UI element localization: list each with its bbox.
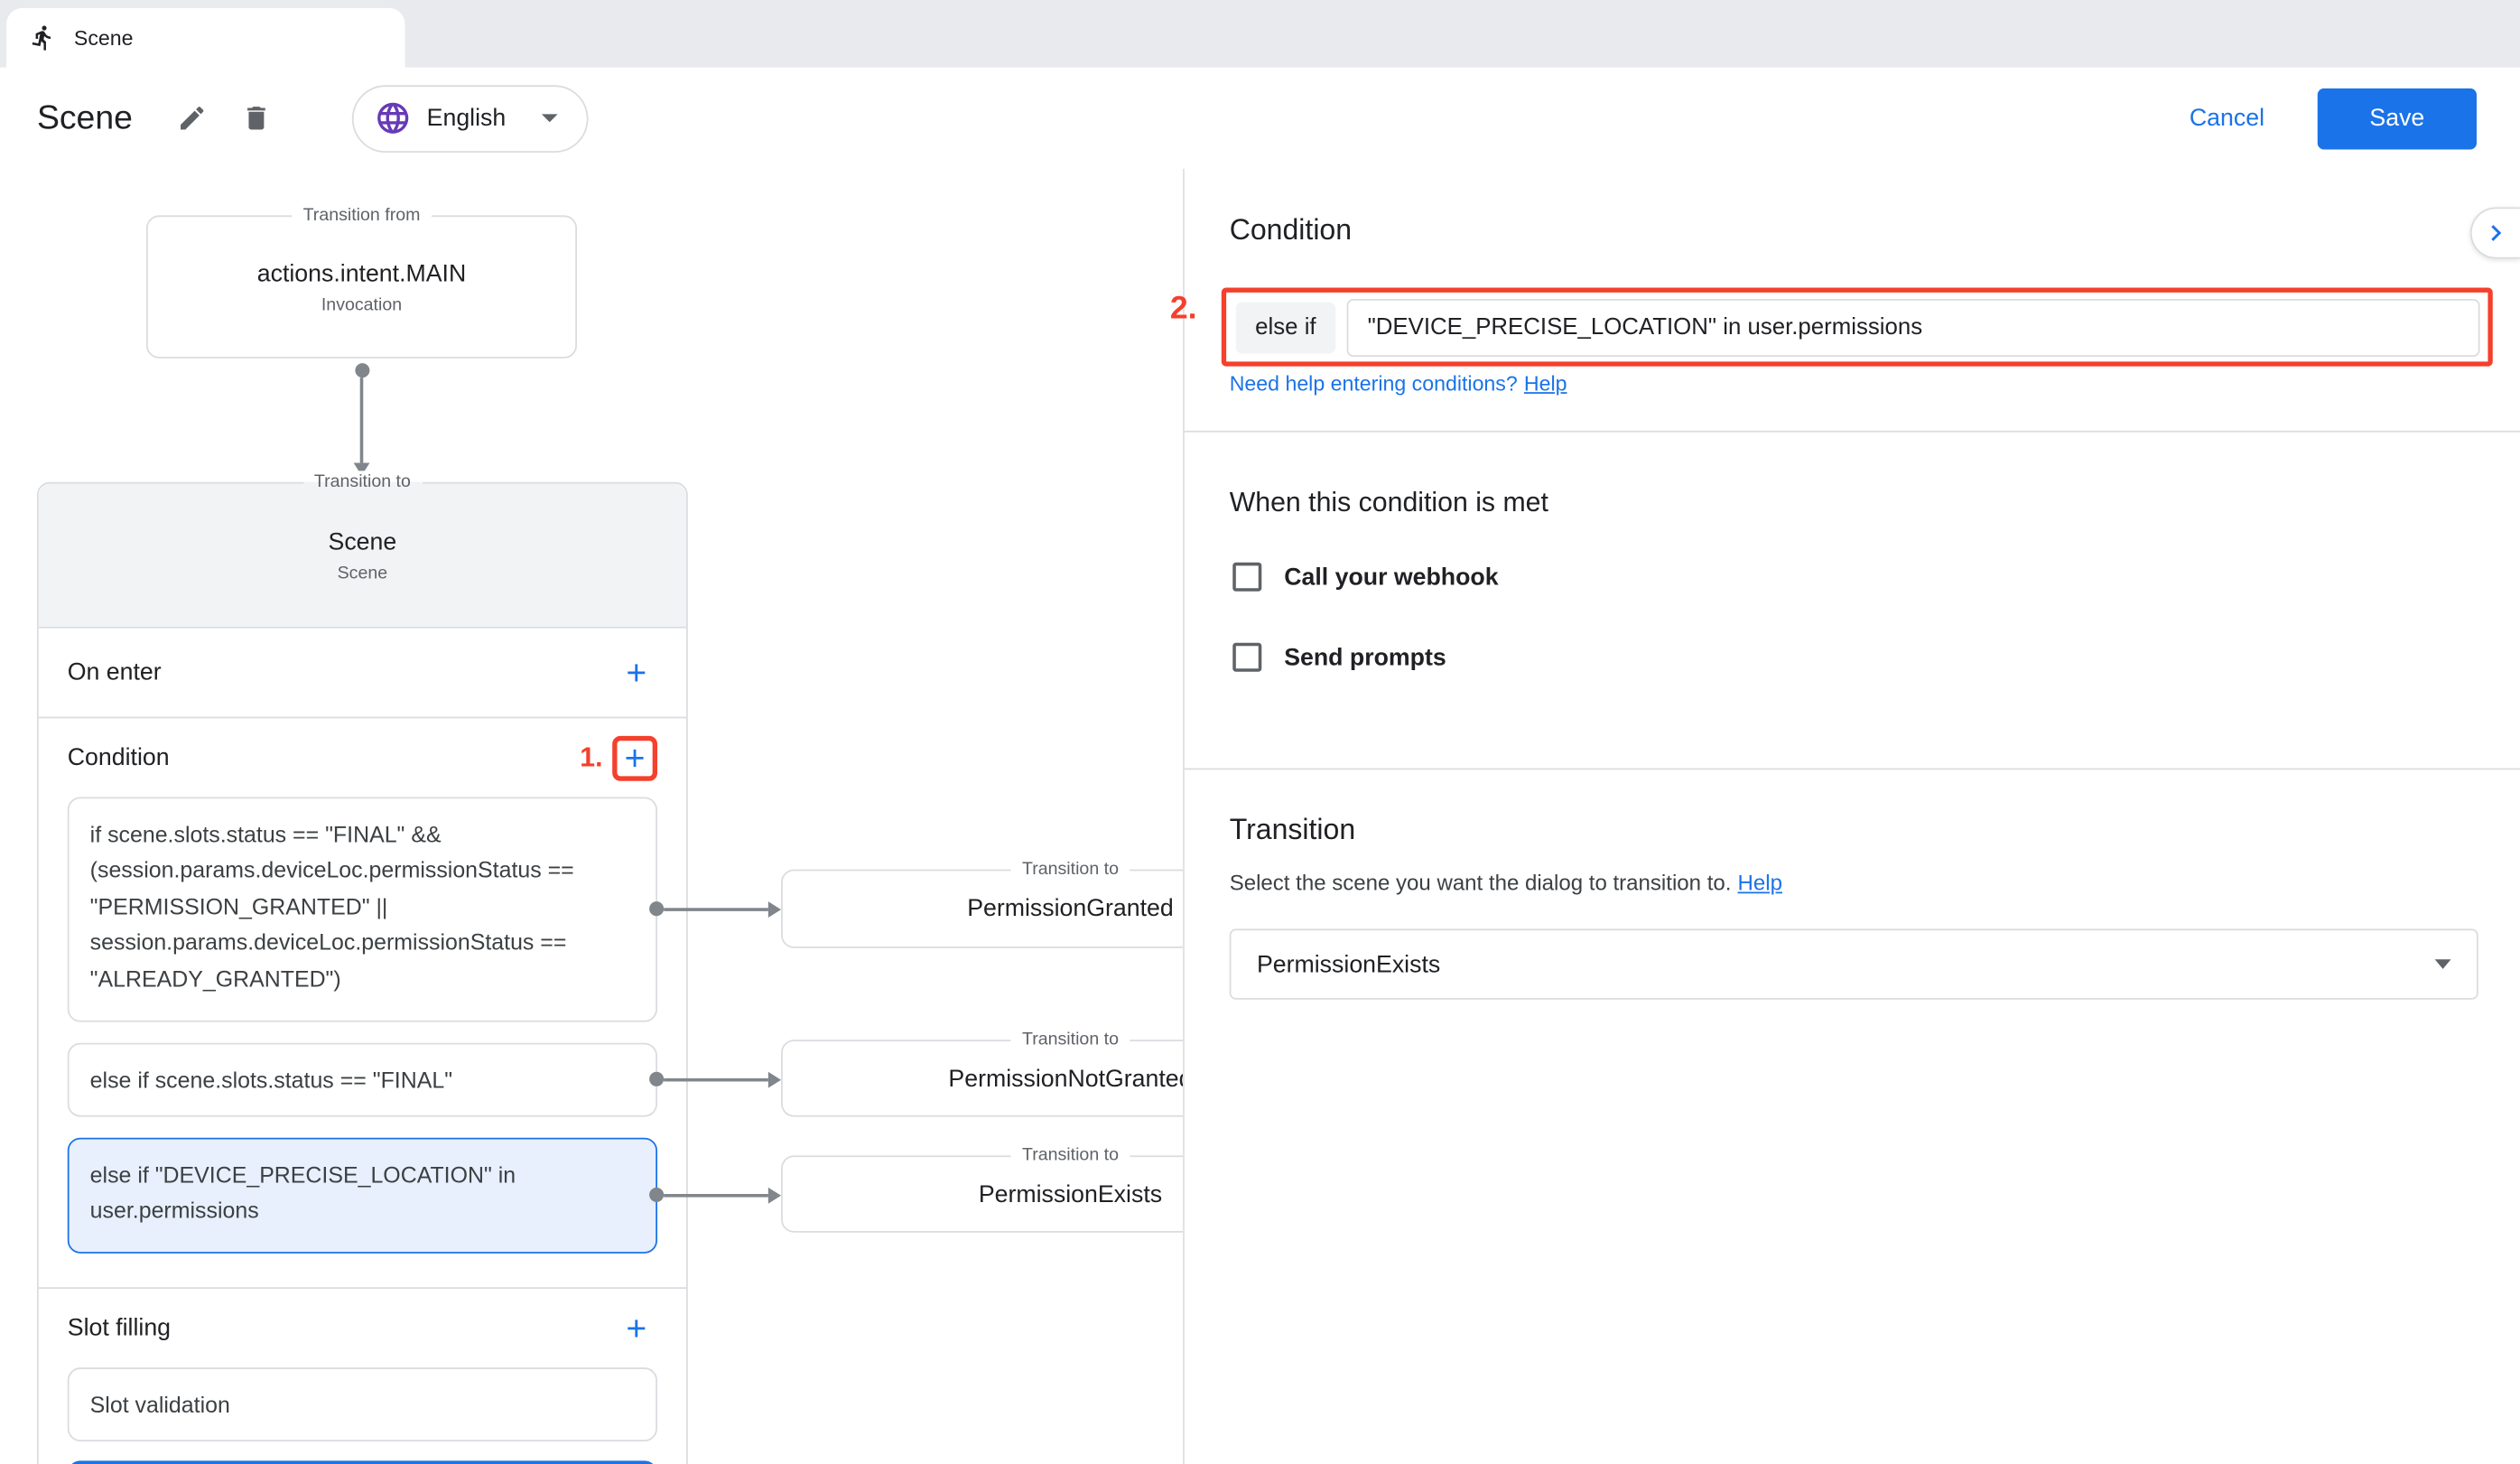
scene-node-title: Scene <box>329 528 397 555</box>
condition-help-line: Need help entering conditions?Help <box>1230 371 1567 396</box>
scene-editor: Scene Scene English Cancel Save Transiti… <box>0 0 2520 1464</box>
select-caret-icon <box>2435 959 2451 969</box>
scene-node-header[interactable]: Scene Scene <box>39 484 686 629</box>
condition-section-label: Condition <box>68 744 580 771</box>
edit-scene-button[interactable] <box>165 91 220 145</box>
slot-filling-label: Slot filling <box>68 1314 616 1341</box>
transition-title: Transition <box>1230 813 1356 846</box>
page-header: Scene English Cancel Save <box>0 68 2520 169</box>
app-tab[interactable]: Scene <box>6 8 405 68</box>
condition-item-1[interactable]: if scene.slots.status == "FINAL" && (ses… <box>68 797 657 1022</box>
collapse-panel-button[interactable] <box>2470 208 2520 259</box>
invocation-subtitle: Invocation <box>321 295 402 314</box>
language-value: English <box>427 105 507 132</box>
annotation-1: 1. <box>580 741 602 774</box>
condition-item-3-selected[interactable]: else if "DEVICE_PRECISE_LOCATION" in use… <box>68 1138 657 1254</box>
transition-select[interactable]: PermissionExists <box>1230 928 2478 999</box>
condition-section: Condition 1. if scene.slots.status == "F… <box>39 718 686 1287</box>
target-border-label: Transition to <box>1011 1144 1130 1169</box>
language-selector[interactable]: English <box>351 84 588 152</box>
divider <box>1185 431 2520 433</box>
prompts-label: Send prompts <box>1284 644 1446 671</box>
scene-border-label: Transition to <box>302 471 422 495</box>
transition-help-link[interactable]: Help <box>1738 871 1782 895</box>
chevron-right-icon <box>2480 217 2513 249</box>
page-title: Scene <box>37 98 133 137</box>
target-node-permission-exists[interactable]: Transition to PermissionExists <box>781 1155 1183 1232</box>
panel-title: Condition <box>1230 214 1352 247</box>
target-title: PermissionGranted <box>967 895 1174 922</box>
cancel-button[interactable]: Cancel <box>2190 105 2264 132</box>
slot-filling-section: Slot filling Slot validation <box>39 1289 686 1464</box>
trash-icon <box>241 103 272 134</box>
delete-scene-button[interactable] <box>229 91 284 145</box>
save-button[interactable]: Save <box>2318 88 2477 149</box>
globe-icon <box>374 99 411 136</box>
flow-canvas: Transition from actions.intent.MAIN Invo… <box>0 169 1183 1464</box>
target-node-permission-granted[interactable]: Transition to PermissionGranted <box>781 870 1183 948</box>
pencil-icon <box>177 103 208 134</box>
on-enter-label: On enter <box>68 659 162 686</box>
transition-description: Select the scene you want the dialog to … <box>1230 871 1782 895</box>
browser-tab-strip: Scene <box>0 0 2520 68</box>
connector-vertical <box>354 363 370 476</box>
help-prompt: Need help entering conditions? <box>1230 371 1518 396</box>
add-slot-button[interactable] <box>616 1307 657 1348</box>
scene-node: Transition to Scene Scene On enter Condi… <box>37 482 688 1464</box>
annotation-highlight-2: else if <box>1222 287 2493 366</box>
chevron-down-icon <box>541 114 557 122</box>
webhook-label: Call your webhook <box>1284 564 1498 591</box>
target-node-permission-not-granted[interactable]: Transition to PermissionNotGranted <box>781 1040 1183 1116</box>
annotation-highlight-1 <box>612 735 657 780</box>
condition-item-2[interactable]: else if scene.slots.status == "FINAL" <box>68 1043 657 1117</box>
add-condition-button[interactable] <box>618 737 653 779</box>
target-title: PermissionNotGranted <box>948 1065 1183 1092</box>
scene-node-subtitle: Scene <box>338 564 388 583</box>
transition-description-text: Select the scene you want the dialog to … <box>1230 871 1732 895</box>
target-title: PermissionExists <box>979 1180 1162 1208</box>
webhook-checkbox-row[interactable]: Call your webhook <box>1232 563 1498 592</box>
tab-title: Scene <box>74 25 134 50</box>
on-enter-row[interactable]: On enter <box>39 629 686 719</box>
connector-arrow-2 <box>649 1072 781 1086</box>
invocation-node[interactable]: Transition from actions.intent.MAIN Invo… <box>146 215 577 358</box>
add-on-enter-button[interactable] <box>616 652 657 694</box>
webhook-checkbox[interactable] <box>1232 563 1261 592</box>
condition-expression-input[interactable] <box>1346 298 2479 356</box>
partial-card[interactable] <box>68 1460 657 1464</box>
invocation-border-label: Transition from <box>292 204 432 228</box>
invocation-title: actions.intent.MAIN <box>257 259 467 286</box>
condition-prefix-chip: else if <box>1236 302 1335 353</box>
runner-icon <box>29 24 56 51</box>
annotation-2: 2. <box>1170 291 1197 328</box>
slot-validation-item[interactable]: Slot validation <box>68 1367 657 1441</box>
prompts-checkbox-row[interactable]: Send prompts <box>1232 643 1446 672</box>
target-border-label: Transition to <box>1011 858 1130 882</box>
divider <box>1185 769 2520 770</box>
target-border-label: Transition to <box>1011 1029 1130 1053</box>
transition-select-value: PermissionExists <box>1257 950 1440 977</box>
prompts-checkbox[interactable] <box>1232 643 1261 672</box>
connector-arrow-3 <box>649 1188 781 1202</box>
when-met-title: When this condition is met <box>1230 487 1548 519</box>
connector-arrow-1 <box>649 901 781 916</box>
condition-detail-panel: Condition 2. else if Need help entering … <box>1183 169 2520 1464</box>
condition-help-link[interactable]: Help <box>1524 371 1567 396</box>
